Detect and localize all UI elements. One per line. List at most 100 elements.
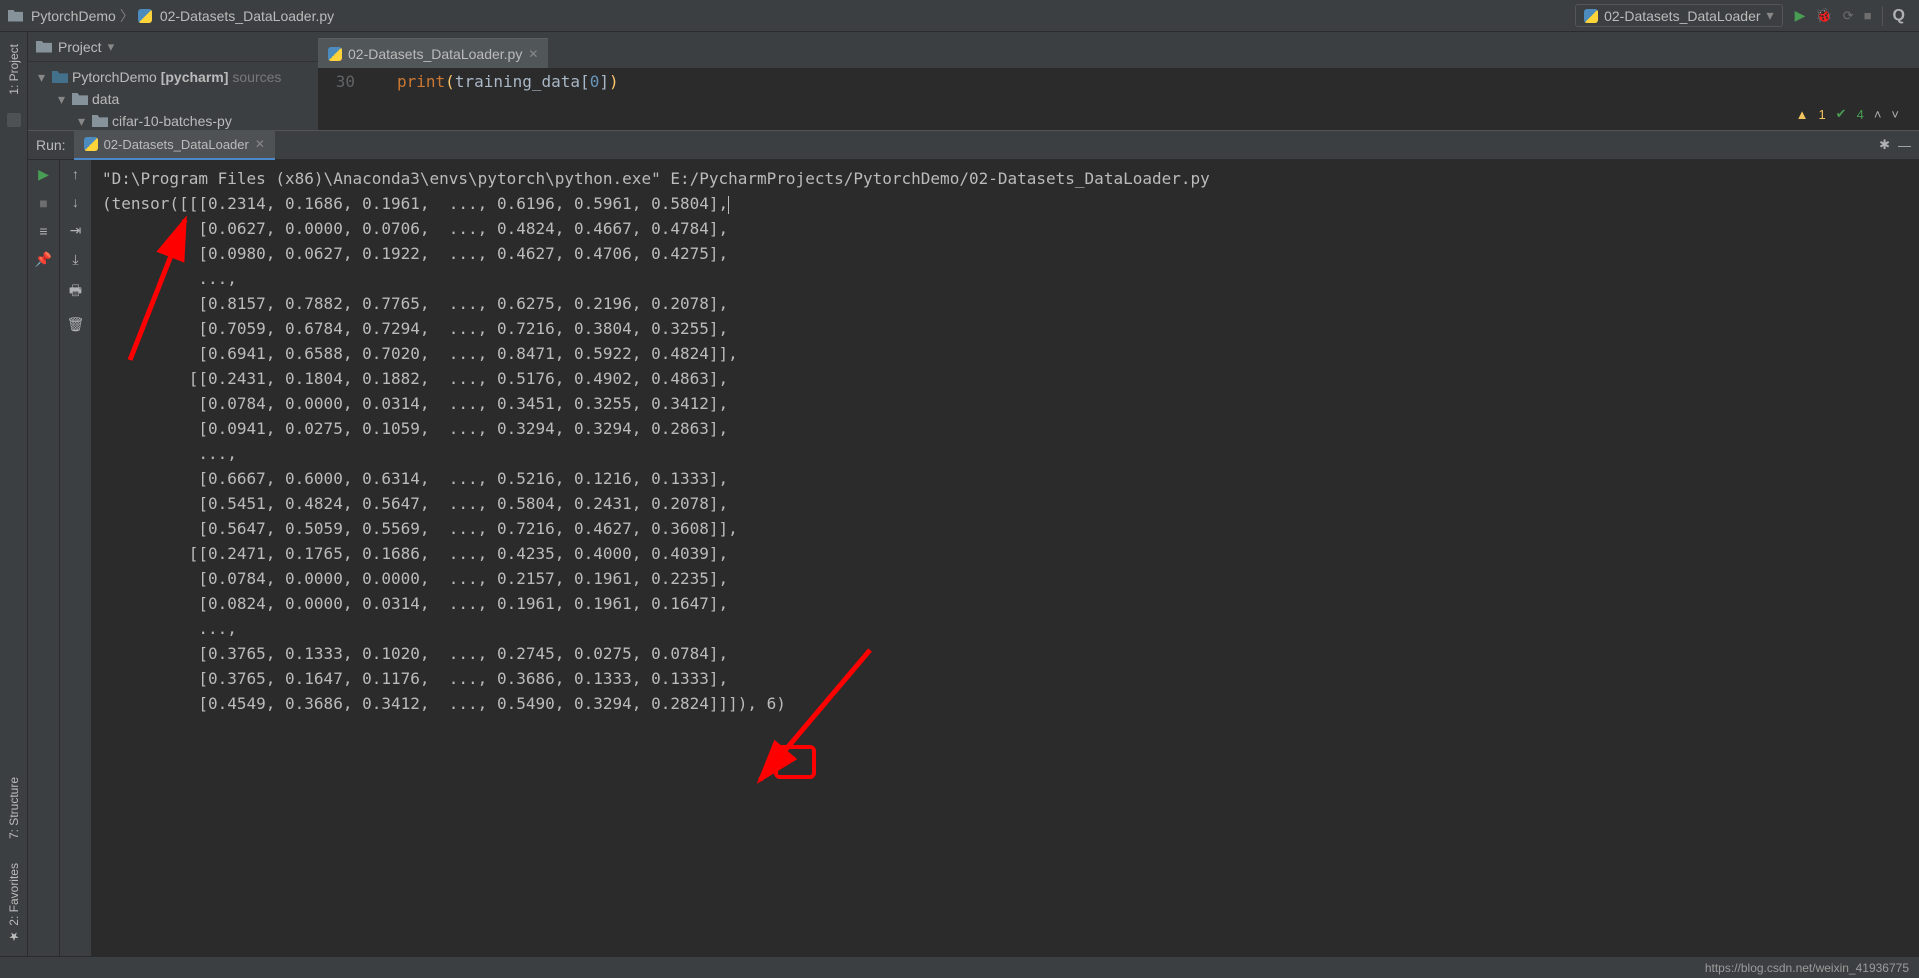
inspection-indicators[interactable]: ▲ 1 ✔ 4 ˄ ˅: [1796, 106, 1899, 122]
python-icon: [1584, 9, 1598, 23]
folder-icon: [8, 10, 23, 22]
status-bar: https://blog.csdn.net/weixin_41936775: [0, 956, 1919, 978]
breadcrumb: PytorchDemo 〉 02-Datasets_DataLoader.py: [8, 6, 334, 26]
scroll-to-end-icon[interactable]: ⤓: [67, 251, 85, 268]
soft-wrap-icon[interactable]: ⇥: [67, 222, 85, 239]
caret-down-icon: ▾: [1767, 7, 1774, 24]
console-line: [0.5451, 0.4824, 0.5647, ..., 0.5804, 0.…: [102, 491, 1909, 516]
breadcrumb-root[interactable]: PytorchDemo: [31, 8, 116, 24]
tool-tab-project[interactable]: 1: Project: [5, 38, 23, 101]
toolbar-icons: ▶ 🐞 ⟳ ■ Q: [1789, 6, 1911, 26]
editor-tab-active[interactable]: 02-Datasets_DataLoader.py ✕: [318, 38, 548, 68]
console-line: [0.3765, 0.1647, 0.1176, ..., 0.3686, 0.…: [102, 666, 1909, 691]
editor-body[interactable]: 30 print(training_data[0]): [318, 68, 1919, 95]
tree-root-hint: sources: [232, 69, 281, 85]
navbar: PytorchDemo 〉 02-Datasets_DataLoader.py …: [0, 0, 1919, 32]
breadcrumb-file[interactable]: 02-Datasets_DataLoader.py: [160, 8, 334, 24]
chevron-up-icon[interactable]: ˄: [1874, 107, 1882, 122]
console-line: [0.6941, 0.6588, 0.7020, ..., 0.8471, 0.…: [102, 341, 1909, 366]
console-line: [0.8157, 0.7882, 0.7765, ..., 0.6275, 0.…: [102, 291, 1909, 316]
editor-tab-label: 02-Datasets_DataLoader.py: [348, 46, 522, 62]
console-line: [[0.2431, 0.1804, 0.1882, ..., 0.5176, 0…: [102, 366, 1909, 391]
layout-icon[interactable]: ≡: [35, 223, 53, 239]
tree-root-label: PytorchDemo [pycharm]: [72, 69, 228, 85]
run-coverage-icon[interactable]: ⟳: [1843, 8, 1854, 24]
console-line: (tensor([[[0.2314, 0.1686, 0.1961, ..., …: [102, 191, 1909, 216]
debug-icon[interactable]: 🐞: [1815, 7, 1832, 24]
left-tool-strip: 1: Project 7: Structure ★ 2: Favorites: [0, 32, 28, 956]
caret-down-icon[interactable]: ▾: [108, 39, 115, 55]
editor-area: 02-Datasets_DataLoader.py ✕ 30 print(tra…: [318, 38, 1919, 130]
console-line: ...,: [102, 441, 1909, 466]
console-line: [[0.2471, 0.1765, 0.1686, ..., 0.4235, 0…: [102, 541, 1909, 566]
tree-twisty-open-icon[interactable]: ▾: [58, 91, 68, 108]
folder-icon: [36, 41, 52, 53]
down-icon[interactable]: ↓: [67, 194, 85, 210]
tree-twisty-open-icon[interactable]: ▾: [78, 113, 88, 130]
tree-item-label: cifar-10-batches-py: [112, 113, 232, 129]
tree-twisty-open-icon[interactable]: ▾: [38, 69, 48, 86]
gutter-line-number: 30: [318, 72, 373, 91]
run-gutter-right: ↑ ↓ ⇥ ⤓ 🖶 🗑: [60, 160, 92, 956]
pin-icon[interactable]: 📌: [35, 251, 53, 268]
gear-icon[interactable]: ✱: [1879, 137, 1890, 153]
run-icon[interactable]: ▶: [1795, 7, 1806, 24]
console-line: [0.4549, 0.3686, 0.3412, ..., 0.5490, 0.…: [102, 691, 1909, 716]
tool-tab-favorites[interactable]: ★ 2: Favorites: [5, 857, 23, 950]
project-panel-title[interactable]: Project: [58, 39, 102, 55]
close-icon[interactable]: ✕: [528, 47, 538, 61]
console-line: [0.0824, 0.0000, 0.0314, ..., 0.1961, 0.…: [102, 591, 1909, 616]
console-line: ...,: [102, 266, 1909, 291]
console-line: [0.7059, 0.6784, 0.7294, ..., 0.7216, 0.…: [102, 316, 1909, 341]
search-icon[interactable]: Q: [1893, 7, 1905, 25]
ok-count: 4: [1857, 107, 1864, 122]
run-tab-label: 02-Datasets_DataLoader: [104, 137, 249, 152]
chevron-down-icon[interactable]: ˅: [1891, 107, 1899, 122]
divider: [1882, 6, 1883, 26]
breadcrumb-sep: 〉: [120, 6, 134, 26]
code-line[interactable]: print(training_data[0]): [373, 72, 619, 91]
console-line: [0.6667, 0.6000, 0.6314, ..., 0.5216, 0.…: [102, 466, 1909, 491]
run-panel: Run: 02-Datasets_DataLoader ✕ ✱ — ▶ ■ ≡ …: [28, 130, 1919, 956]
text-caret: [728, 196, 729, 214]
close-icon[interactable]: ✕: [255, 137, 265, 151]
checkmark-icon: ✔: [1836, 106, 1847, 122]
print-icon[interactable]: 🖶: [67, 280, 85, 304]
folder-icon: [72, 93, 88, 105]
python-icon: [328, 47, 342, 61]
hide-icon[interactable]: —: [1898, 138, 1911, 153]
stop-icon[interactable]: ■: [35, 195, 53, 211]
console-line: [0.0784, 0.0000, 0.0000, ..., 0.2157, 0.…: [102, 566, 1909, 591]
console-line: [0.0784, 0.0000, 0.0314, ..., 0.3451, 0.…: [102, 391, 1909, 416]
editor-tabs: 02-Datasets_DataLoader.py ✕: [318, 38, 1919, 68]
run-gutter-left: ▶ ■ ≡ 📌: [28, 160, 60, 956]
console-output[interactable]: "D:\Program Files (x86)\Anaconda3\envs\p…: [92, 160, 1919, 956]
console-line: [0.0980, 0.0627, 0.1922, ..., 0.4627, 0.…: [102, 241, 1909, 266]
stop-icon: ■: [1864, 8, 1872, 23]
console-line: [0.5647, 0.5059, 0.5569, ..., 0.7216, 0.…: [102, 516, 1909, 541]
folder-icon: [92, 115, 108, 127]
run-config-selector[interactable]: 02-Datasets_DataLoader ▾: [1575, 4, 1782, 27]
python-icon: [138, 9, 152, 23]
console-line: ...,: [102, 616, 1909, 641]
tool-tab-structure[interactable]: 7: Structure: [5, 771, 23, 845]
rerun-icon[interactable]: ▶: [35, 166, 53, 183]
run-tab-active[interactable]: 02-Datasets_DataLoader ✕: [74, 130, 275, 160]
status-url: https://blog.csdn.net/weixin_41936775: [1705, 961, 1909, 975]
console-line: "D:\Program Files (x86)\Anaconda3\envs\p…: [102, 166, 1909, 191]
run-config-label: 02-Datasets_DataLoader: [1604, 8, 1760, 24]
clear-icon[interactable]: 🗑: [67, 316, 85, 333]
console-line: [0.0627, 0.0000, 0.0706, ..., 0.4824, 0.…: [102, 216, 1909, 241]
console-line: [0.0941, 0.0275, 0.1059, ..., 0.3294, 0.…: [102, 416, 1909, 441]
strip-spacer-icon: [7, 113, 21, 127]
run-panel-title: Run:: [36, 137, 66, 153]
folder-icon: [52, 71, 68, 83]
run-body: ▶ ■ ≡ 📌 ↑ ↓ ⇥ ⤓ 🖶 🗑 "D:\Program Files (x…: [28, 160, 1919, 956]
tree-item-label: data: [92, 91, 119, 107]
python-icon: [84, 137, 98, 151]
console-line: [0.3765, 0.1333, 0.1020, ..., 0.2745, 0.…: [102, 641, 1909, 666]
run-panel-header: Run: 02-Datasets_DataLoader ✕ ✱ —: [28, 130, 1919, 160]
warn-icon: ▲: [1796, 107, 1809, 122]
warn-count: 1: [1818, 107, 1825, 122]
up-icon[interactable]: ↑: [67, 166, 85, 182]
